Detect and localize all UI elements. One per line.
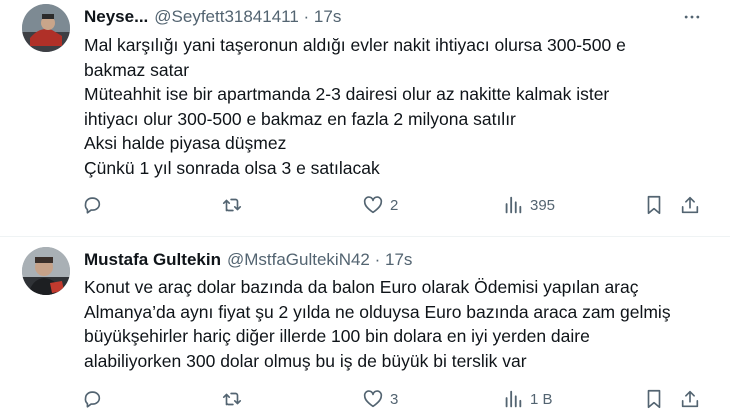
tweet-line: ihtiyacı olur 300-500 e bakmaz en fazla … [84, 108, 516, 129]
retweet-button[interactable] [221, 191, 249, 219]
tweet-line: Konut ve araç dolar bazında da balon Eur… [84, 277, 639, 297]
bookmark-icon [643, 194, 665, 216]
tweet-line: büyükşehirler hariç diğer illerde 100 bi… [84, 326, 590, 346]
tweet-line: Müteahhit ise bir apartmanda 2-3 dairesi… [84, 84, 610, 104]
avatar[interactable] [22, 4, 70, 52]
retweet-button[interactable] [221, 385, 249, 413]
tweet-1[interactable]: Neyse... @Seyfett31841411 · 17s Mal karş… [0, 0, 730, 236]
like-button[interactable]: 2 [362, 191, 398, 219]
heart-icon [362, 194, 384, 216]
views-icon [502, 194, 524, 216]
retweet-icon [221, 194, 243, 216]
views-button[interactable]: 1 B [502, 385, 553, 413]
tweet-line: Almanya’da aynı fiyat şu 2 yılda ne oldu… [84, 301, 671, 322]
display-name[interactable]: Neyse... [84, 7, 148, 27]
heart-icon [362, 388, 384, 410]
display-name[interactable]: Mustafa Gultekin [84, 250, 221, 270]
tweet-text: Mal karşılığı yani taşeronun aldığı evle… [84, 33, 684, 180]
views-count: 395 [530, 196, 556, 214]
share-icon [679, 388, 701, 410]
reply-button[interactable] [81, 191, 109, 219]
reply-icon [81, 194, 103, 216]
avatar[interactable] [22, 247, 70, 295]
bookmark-button[interactable] [643, 191, 665, 219]
tweet-actions: 2 395 [0, 191, 730, 219]
views-count: 1 B [530, 390, 553, 408]
handle-and-time[interactable]: @Seyfett31841411 · 17s [154, 7, 341, 27]
tweet-actions: 3 1 B [0, 385, 730, 413]
bookmark-button[interactable] [643, 385, 665, 413]
tweet-line: Çünkü 1 yıl sonrada olsa 3 e satılacak [84, 157, 380, 178]
tweet-2[interactable]: Mustafa Gultekin @MstfaGultekiN42 · 17s … [0, 237, 730, 420]
views-button[interactable]: 395 [502, 191, 555, 219]
bookmark-icon [643, 388, 665, 410]
views-icon [502, 388, 524, 410]
like-count: 3 [390, 390, 399, 408]
like-button[interactable]: 3 [362, 385, 398, 413]
tweet-text: Konut ve araç dolar bazında da balon Eur… [84, 275, 684, 373]
tweet-line: alabiliyorken 300 dolar olmuş bu iş de b… [84, 350, 527, 371]
share-button[interactable] [679, 385, 701, 413]
tweet-line: Mal karşılığı yani taşeronun aldığı evle… [84, 35, 626, 55]
share-icon [679, 194, 701, 216]
share-button[interactable] [679, 191, 701, 219]
reply-button[interactable] [81, 385, 109, 413]
tweet-line: bakmaz satar [84, 59, 190, 80]
tweet-line: Aksi halde piyasa düşmez [84, 133, 287, 153]
like-count: 2 [390, 196, 399, 214]
reply-icon [81, 388, 103, 410]
handle-and-time[interactable]: @MstfaGultekiN42 · 17s [227, 250, 412, 270]
more-dots-icon[interactable] [680, 5, 704, 29]
retweet-icon [221, 388, 243, 410]
